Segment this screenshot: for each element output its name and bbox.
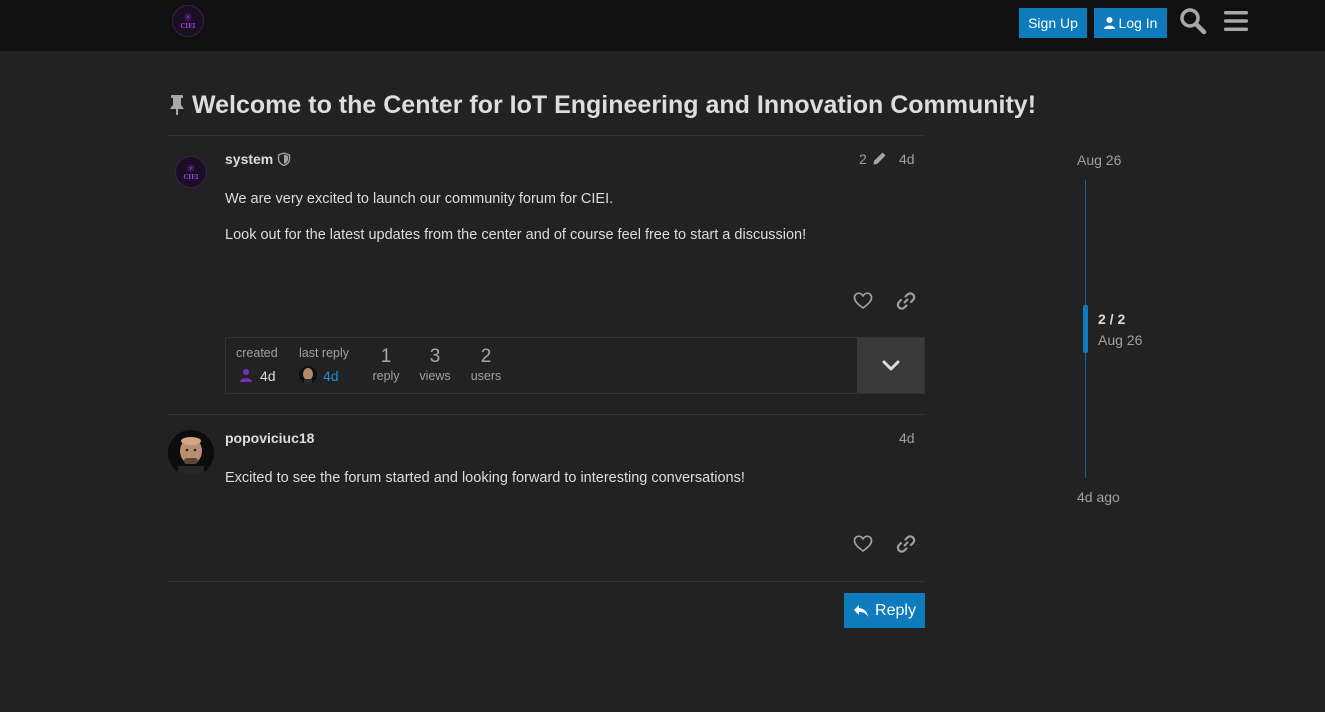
timeline-handle[interactable] <box>1083 305 1088 353</box>
hamburger-menu-icon[interactable] <box>1223 9 1249 33</box>
log-in-label: Log In <box>1118 15 1158 31</box>
post-1-date[interactable]: 4d <box>899 151 915 167</box>
timeline-end-label[interactable]: 4d ago <box>1077 489 1120 505</box>
link-icon[interactable] <box>896 534 916 554</box>
replies-label: reply <box>372 369 400 383</box>
pencil-icon[interactable] <box>871 150 888 167</box>
timeline-position-date: Aug 26 <box>1098 332 1143 348</box>
chevron-down-icon <box>882 360 899 370</box>
logo-star-icon: ✳ <box>183 10 193 24</box>
search-icon[interactable] <box>1179 7 1207 35</box>
user-icon <box>1103 17 1115 29</box>
views-count: 3 <box>429 346 441 367</box>
last-reply-age[interactable]: 4d <box>323 368 339 384</box>
replies-count: 1 <box>380 346 392 367</box>
timeline-start-date[interactable]: Aug 26 <box>1077 152 1121 168</box>
post-1-username[interactable]: system <box>225 151 273 167</box>
pin-icon <box>170 95 184 115</box>
shield-icon <box>277 152 291 166</box>
heart-icon[interactable] <box>853 291 873 311</box>
reply-label: Reply <box>875 601 916 619</box>
users-count: 2 <box>480 346 492 367</box>
site-header: ✳ CIEI Sign Up Log In <box>0 0 1325 51</box>
logo-text: CIEI <box>180 22 196 30</box>
expand-topic-map-button[interactable] <box>857 338 924 393</box>
topic-title-row: Welcome to the Center for IoT Engineerin… <box>168 88 1036 122</box>
avatar-logo-text: CIEI <box>183 173 199 181</box>
post-1-paragraph-2: Look out for the latest updates from the… <box>225 227 807 243</box>
avatar-face-icon <box>299 366 317 384</box>
edit-count[interactable]: 2 <box>859 151 867 167</box>
divider <box>168 135 925 136</box>
avatar-face-icon <box>168 430 214 476</box>
post-2-username[interactable]: popoviciuc18 <box>225 430 314 446</box>
last-reply-avatar[interactable] <box>299 366 317 384</box>
divider <box>168 414 925 415</box>
log-in-button[interactable]: Log In <box>1094 8 1167 38</box>
link-icon[interactable] <box>896 291 916 311</box>
last-reply-label: last reply <box>299 346 350 360</box>
post-2-paragraph-1: Excited to see the forum started and loo… <box>225 470 745 486</box>
site-logo[interactable]: ✳ CIEI <box>172 5 204 37</box>
post-2-date[interactable]: 4d <box>899 430 915 446</box>
topic-map: created 4d last reply 4d 1 reply 3 views… <box>225 337 925 394</box>
views-label: views <box>419 369 451 383</box>
heart-icon[interactable] <box>853 534 873 554</box>
sign-up-button[interactable]: Sign Up <box>1019 8 1087 38</box>
users-label: users <box>470 369 502 383</box>
avatar-popoviciuc18[interactable] <box>168 430 214 476</box>
logo-star-icon: ✳ <box>186 161 196 175</box>
topic-title[interactable]: Welcome to the Center for IoT Engineerin… <box>192 91 1036 120</box>
created-age[interactable]: 4d <box>260 368 276 384</box>
reply-arrow-icon <box>854 604 869 617</box>
reply-button[interactable]: Reply <box>844 593 925 628</box>
created-label: created <box>236 346 278 360</box>
divider <box>168 581 925 582</box>
created-user-icon[interactable] <box>240 368 252 382</box>
timeline-position: 2 / 2 <box>1098 311 1126 327</box>
post-1-paragraph-1: We are very excited to launch our commun… <box>225 191 614 207</box>
avatar-system[interactable]: ✳ CIEI <box>175 156 207 188</box>
